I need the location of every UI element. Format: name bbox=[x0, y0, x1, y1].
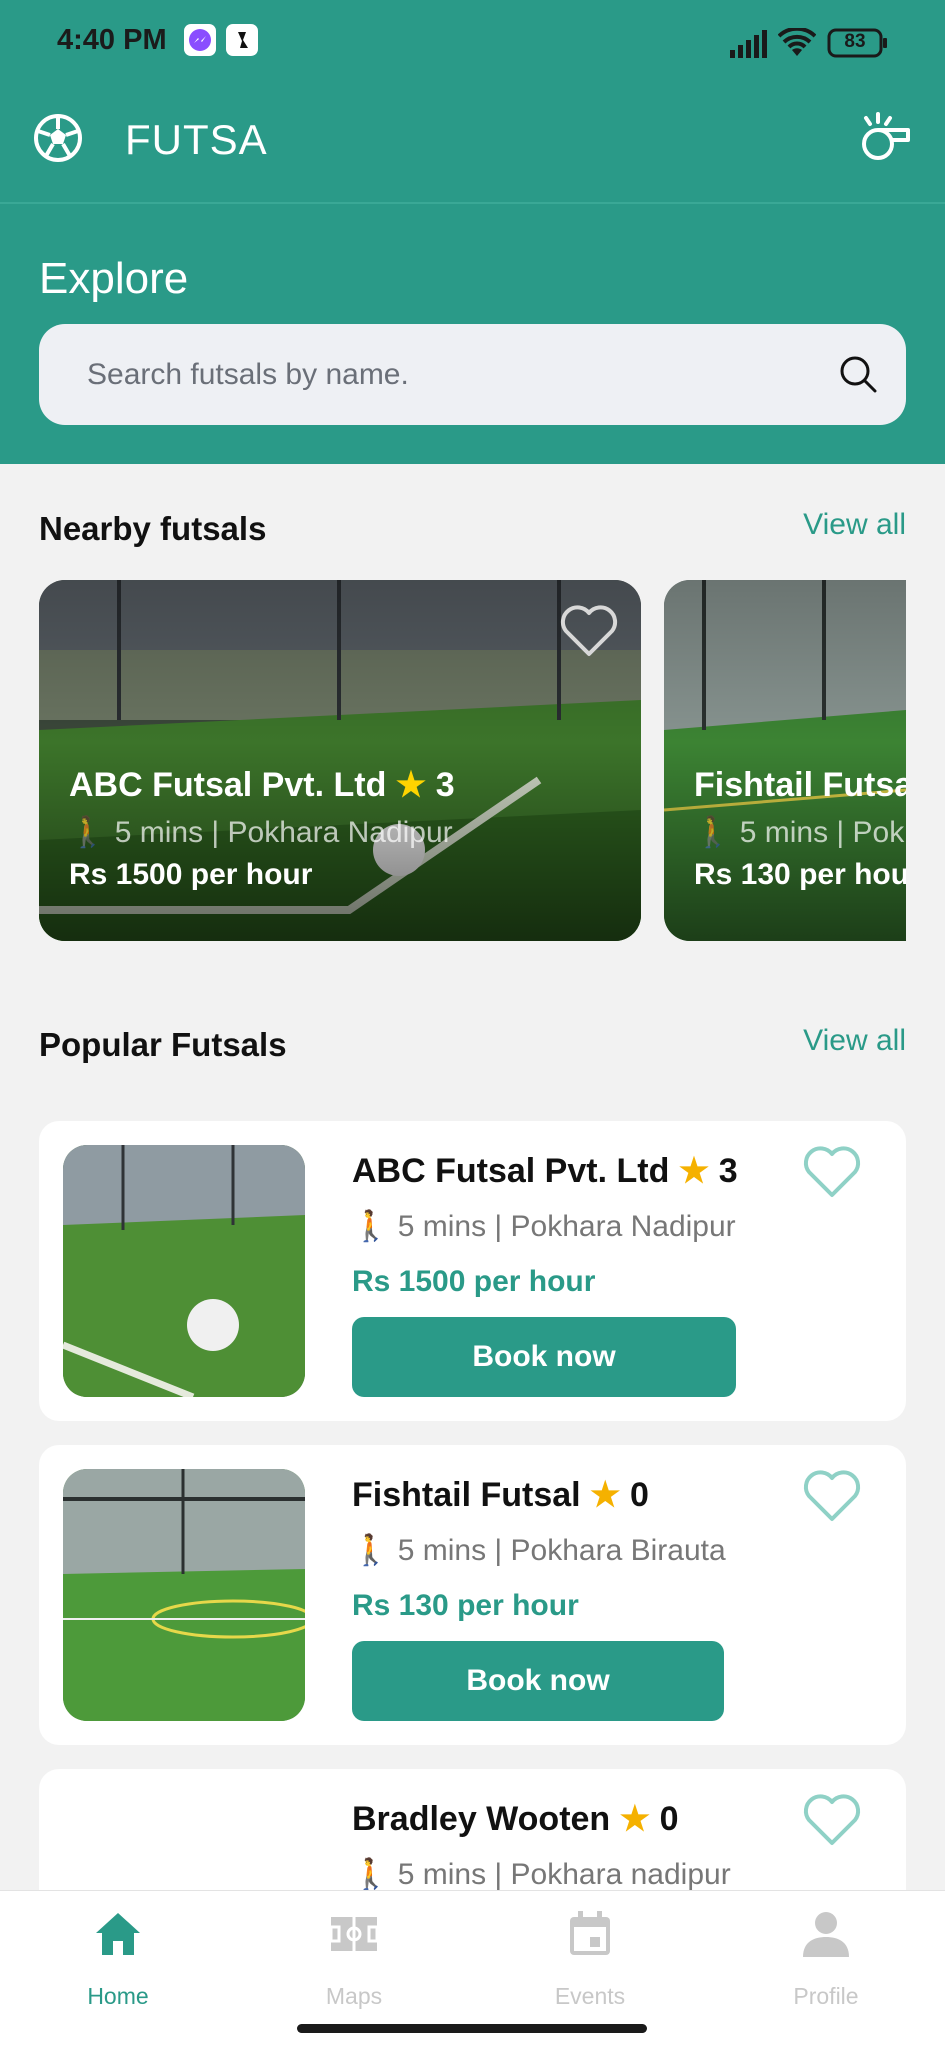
popular-section-title: Popular Futsals bbox=[39, 1026, 287, 1063]
messenger-icon bbox=[184, 24, 216, 56]
app-bar: FUTSA bbox=[0, 88, 945, 204]
nearby-card-meta: 🚶 5 mins | Pokhara Nadipur bbox=[69, 816, 453, 849]
walking-icon: 🚶 bbox=[352, 1534, 390, 1567]
search-bar[interactable] bbox=[39, 324, 906, 425]
popular-card[interactable]: ABC Futsal Pvt. Ltd ★ 3 🚶 5 mins | Pokha… bbox=[39, 1121, 906, 1421]
futsal-thumbnail bbox=[63, 1469, 305, 1721]
rating-value: 0 bbox=[629, 1476, 649, 1514]
star-icon: ★ bbox=[395, 766, 427, 804]
distance: 5 mins bbox=[397, 1534, 487, 1567]
distance: 5 mins bbox=[114, 816, 204, 849]
nav-label: Home bbox=[87, 1983, 149, 2009]
app-notification-icon bbox=[226, 24, 258, 56]
popular-card[interactable]: Fishtail Futsal ★ 0 🚶 5 mins | Pokhara B… bbox=[39, 1445, 906, 1745]
popular-card-meta: 🚶 5 mins | Pokhara Nadipur bbox=[352, 1210, 736, 1243]
popular-card-title: Fishtail Futsal ★ 0 bbox=[352, 1475, 649, 1515]
location: Pokhara Nadipur bbox=[510, 1210, 736, 1243]
rating-value: 3 bbox=[718, 1152, 738, 1190]
explore-title: Explore bbox=[39, 254, 189, 303]
futsal-thumbnail bbox=[63, 1145, 305, 1397]
futsal-name: ABC Futsal Pvt. Ltd bbox=[352, 1152, 670, 1190]
futsal-name: Fishtail Futsal bbox=[352, 1476, 581, 1514]
stadium-icon bbox=[329, 1909, 379, 1959]
rating-value: 0 bbox=[659, 1800, 679, 1838]
popular-card-price: Rs 1500 per hour bbox=[352, 1265, 596, 1298]
popular-card-meta: 🚶 5 mins | Pokhara nadipur bbox=[352, 1858, 731, 1891]
distance: 5 mins bbox=[397, 1210, 487, 1243]
distance: 5 mins bbox=[397, 1858, 487, 1891]
location: Pokhara Birauta bbox=[510, 1534, 726, 1567]
signal-icon bbox=[730, 30, 768, 63]
nav-item-events[interactable]: Events bbox=[472, 1891, 708, 2021]
nav-label: Maps bbox=[325, 1983, 383, 2009]
favorite-heart-icon[interactable] bbox=[802, 1793, 862, 1847]
explore-section: Explore bbox=[0, 204, 945, 464]
popular-card-meta: 🚶 5 mins | Pokhara Birauta bbox=[352, 1534, 726, 1567]
location: Pokhara Birauta bbox=[852, 816, 906, 849]
favorite-heart-icon[interactable] bbox=[802, 1145, 862, 1199]
whistle-icon[interactable] bbox=[858, 110, 914, 166]
soccer-ball-icon[interactable] bbox=[32, 112, 84, 164]
nearby-card-price: Rs 1500 per hour bbox=[69, 858, 313, 891]
calendar-icon bbox=[565, 1909, 615, 1959]
walking-icon: 🚶 bbox=[69, 816, 107, 849]
walking-icon: 🚶 bbox=[352, 1858, 390, 1891]
walking-icon: 🚶 bbox=[352, 1210, 390, 1243]
popular-view-all-link[interactable]: View all bbox=[803, 1024, 906, 1058]
search-input[interactable] bbox=[87, 324, 787, 425]
nearby-view-all-link[interactable]: View all bbox=[803, 508, 906, 542]
location: Pokhara Nadipur bbox=[227, 816, 453, 849]
nav-label: Events bbox=[554, 1983, 626, 2009]
popular-card-title: Bradley Wooten ★ 0 bbox=[352, 1799, 679, 1839]
home-indicator bbox=[297, 2024, 647, 2033]
nearby-section-title: Nearby futsals bbox=[39, 510, 267, 547]
popular-card-title: ABC Futsal Pvt. Ltd ★ 3 bbox=[352, 1151, 738, 1191]
nav-item-profile[interactable]: Profile bbox=[708, 1891, 944, 2021]
battery-level: 83 bbox=[844, 31, 866, 52]
distance: 5 mins bbox=[739, 816, 829, 849]
home-icon bbox=[93, 1909, 143, 1959]
nearby-card-title: ABC Futsal Pvt. Ltd ★ 3 bbox=[69, 765, 455, 805]
nearby-card-title: Fishtail Futsal ★ 0 bbox=[694, 765, 906, 805]
favorite-heart-icon[interactable] bbox=[802, 1469, 862, 1523]
wifi-icon bbox=[777, 26, 817, 63]
futsal-name: Fishtail Futsal bbox=[694, 766, 906, 804]
app-brand-title: FUTSA bbox=[125, 116, 268, 163]
star-icon: ★ bbox=[678, 1152, 710, 1190]
futsal-name: Bradley Wooten bbox=[352, 1800, 611, 1838]
nav-label: Profile bbox=[793, 1983, 859, 2009]
walking-icon: 🚶 bbox=[694, 816, 732, 849]
nearby-card-price: Rs 130 per hour bbox=[694, 858, 906, 891]
person-icon bbox=[801, 1909, 851, 1959]
nav-item-maps[interactable]: Maps bbox=[236, 1891, 472, 2021]
star-icon: ★ bbox=[619, 1800, 651, 1838]
book-now-button[interactable]: Book now bbox=[352, 1317, 736, 1397]
battery-icon: 83 bbox=[827, 28, 889, 58]
book-now-button[interactable]: Book now bbox=[352, 1641, 724, 1721]
futsal-name: ABC Futsal Pvt. Ltd bbox=[69, 766, 387, 804]
nearby-card-meta: 🚶 5 mins | Pokhara Birauta bbox=[694, 815, 906, 850]
nearby-card[interactable]: ABC Futsal Pvt. Ltd ★ 3 🚶 5 mins | Pokha… bbox=[39, 580, 641, 941]
star-icon: ★ bbox=[590, 1476, 621, 1514]
popular-card-price: Rs 130 per hour bbox=[352, 1589, 579, 1622]
search-icon[interactable] bbox=[838, 354, 878, 394]
status-bar: 4:40 PM 83 bbox=[0, 0, 945, 88]
nav-item-home[interactable]: Home bbox=[0, 1891, 236, 2021]
rating-value: 3 bbox=[435, 766, 455, 804]
nearby-card[interactable]: Fishtail Futsal ★ 0 🚶 5 mins | Pokhara B… bbox=[664, 580, 906, 941]
location: Pokhara nadipur bbox=[510, 1858, 731, 1891]
favorite-heart-icon[interactable] bbox=[559, 604, 619, 658]
status-time: 4:40 PM bbox=[57, 24, 167, 56]
